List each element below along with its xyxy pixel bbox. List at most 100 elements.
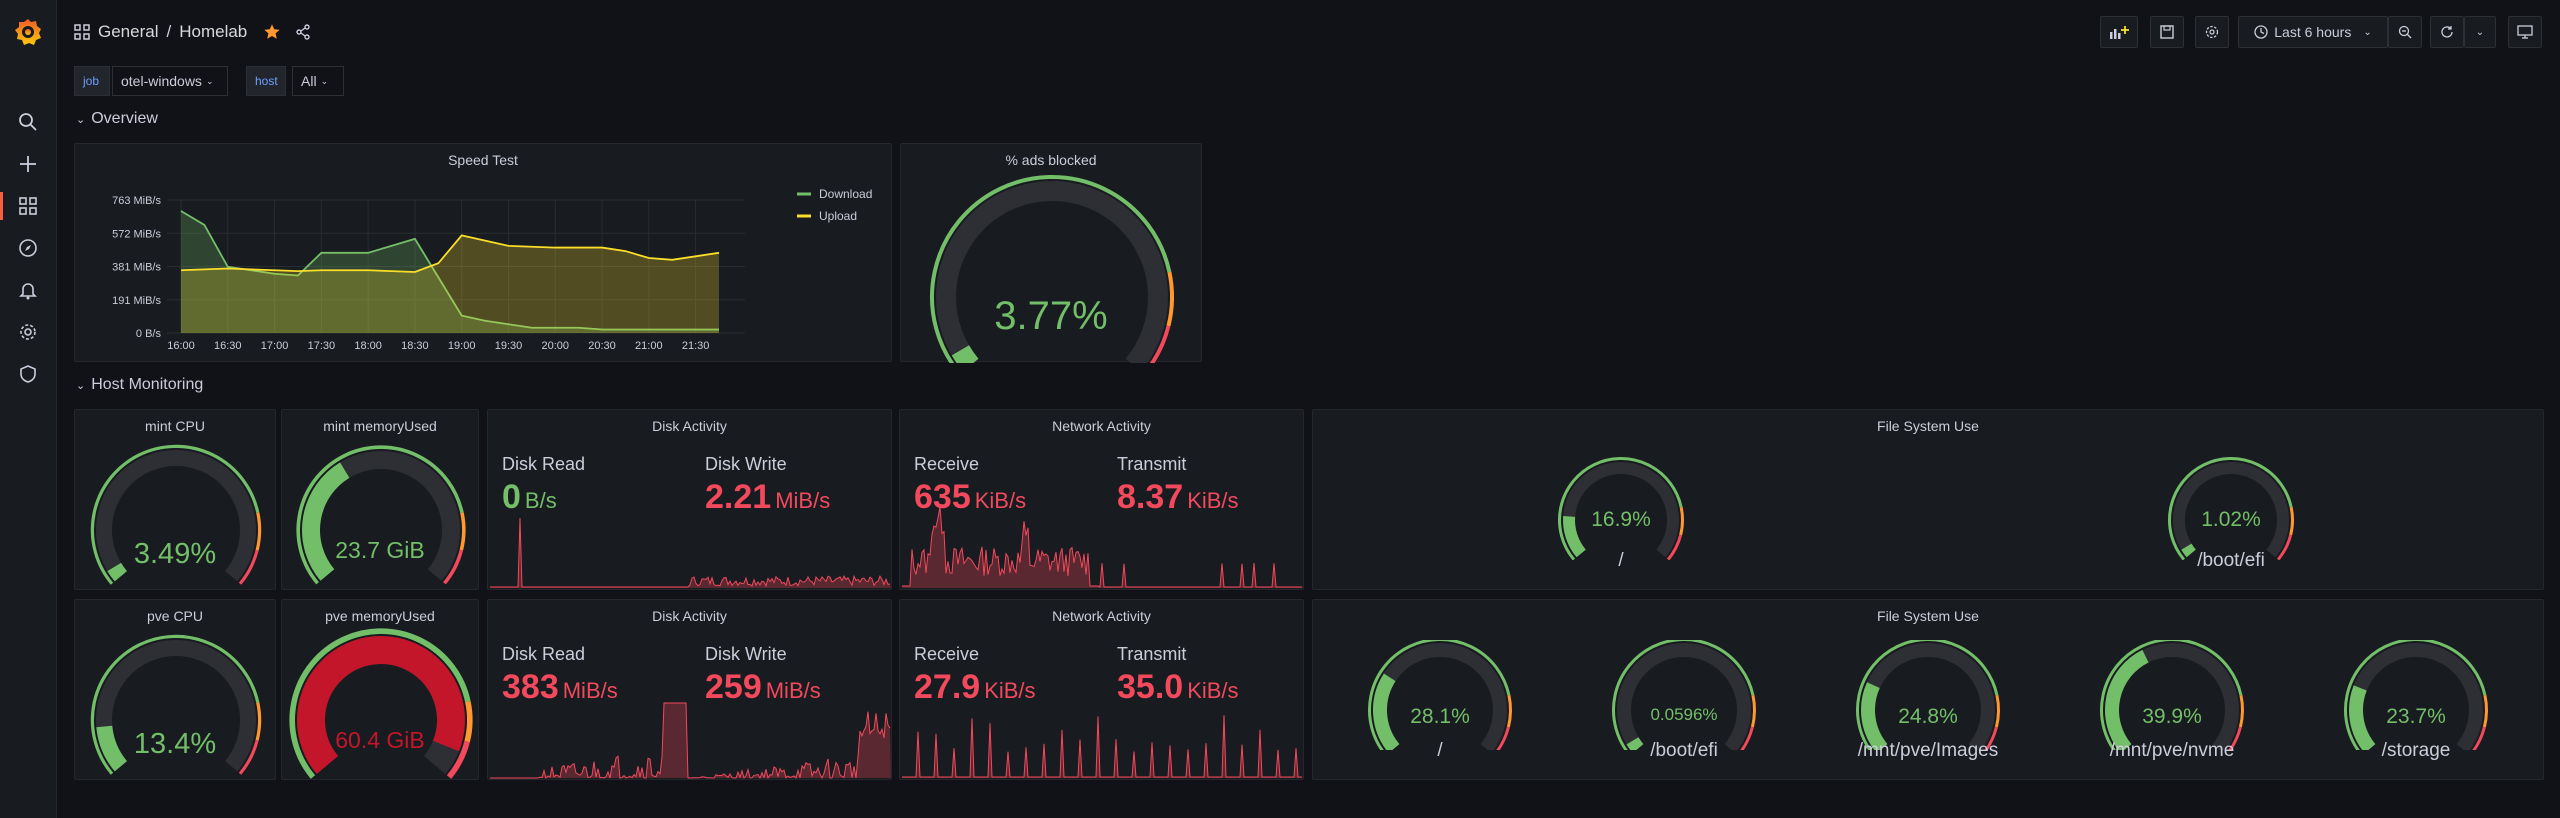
variable-host-select[interactable]: All ⌄ bbox=[292, 66, 344, 96]
variable-host-selected: All bbox=[301, 73, 317, 89]
pve-memory-value: 60.4 GiB bbox=[335, 727, 425, 753]
speed-test-chart: 763 MiB/s 572 MiB/s 381 MiB/s 191 MiB/s 0 B/… bbox=[112, 187, 872, 352]
x-tick-label: 19:30 bbox=[495, 340, 523, 352]
tv-mode-button[interactable] bbox=[2508, 16, 2542, 48]
x-tick-label: 20:30 bbox=[588, 340, 616, 352]
filesystem-mount-label: /storage bbox=[2381, 740, 2451, 761]
memory-gauge bbox=[289, 628, 473, 779]
x-tick-label: 17:30 bbox=[308, 340, 336, 352]
filesystem-gauge bbox=[2168, 457, 2294, 560]
gauge-track bbox=[1617, 643, 1751, 750]
filesystem-gauge bbox=[2100, 640, 2244, 750]
add-panel-button[interactable] bbox=[2100, 16, 2138, 48]
zoom-out-icon bbox=[2398, 25, 2412, 39]
disk-sparkline bbox=[490, 517, 891, 588]
panel-mint-disk-activity[interactable]: Disk Activity Disk Read 0 B/s Disk Write … bbox=[487, 409, 892, 590]
filesystem-gauge bbox=[2344, 640, 2488, 750]
sparkline-area bbox=[490, 703, 891, 778]
filesystem-value: 24.8% bbox=[1898, 705, 1958, 728]
gauge-track bbox=[1373, 643, 1507, 750]
panel-mint-network-activity[interactable]: Network Activity Receive 635 KiB/s Transm… bbox=[899, 409, 1304, 590]
panel-speed-test[interactable]: Speed Test 763 MiB/s 572 MiB/s 381 MiB/s 19… bbox=[74, 143, 892, 362]
ads-blocked-value: 3.77% bbox=[994, 294, 1108, 338]
row-host-monitoring[interactable]: ⌄ Host Monitoring bbox=[76, 376, 203, 394]
breadcrumb-separator: / bbox=[166, 22, 172, 41]
panel-pve-disk-activity[interactable]: Disk Activity Disk Read 383 MiB/s Disk Wr… bbox=[487, 599, 892, 780]
x-tick-label: 16:00 bbox=[167, 340, 195, 352]
y-tick-label: 191 MiB/s bbox=[112, 295, 161, 307]
panel-mint-cpu[interactable]: mint CPU 3.49% bbox=[74, 409, 276, 590]
refresh-interval-dropdown[interactable]: ⌄ bbox=[2464, 16, 2496, 48]
filesystem-mount-label: / bbox=[1618, 550, 1624, 571]
star-icon[interactable] bbox=[263, 23, 281, 41]
fs-gauge bbox=[1856, 640, 2000, 750]
variable-job-label: job bbox=[74, 66, 110, 96]
bell-icon[interactable] bbox=[14, 276, 42, 304]
panel-title: File System Use bbox=[1877, 418, 1979, 434]
save-button[interactable] bbox=[2150, 16, 2184, 48]
chevron-down-icon: ⌄ bbox=[320, 75, 329, 86]
panel-pve-filesystem[interactable]: File System Use 28.1% / 0.0596% /boot/efi 24… bbox=[1312, 599, 2544, 780]
clock-icon bbox=[2254, 25, 2268, 39]
row-overview[interactable]: ⌄ Overview bbox=[76, 110, 158, 128]
dashboard-grid-icon bbox=[74, 24, 90, 40]
panel-title: File System Use bbox=[1877, 608, 1979, 624]
y-tick-label: 381 MiB/s bbox=[112, 262, 161, 274]
chevron-down-icon: ⌄ bbox=[2363, 26, 2372, 38]
sparkline-area bbox=[490, 518, 891, 588]
filesystem-gauge bbox=[1368, 640, 1512, 750]
breadcrumb-dashboard[interactable]: Homelab bbox=[179, 22, 247, 42]
gear-icon[interactable] bbox=[14, 318, 42, 346]
filesystem-value: 0.0596% bbox=[1650, 705, 1718, 724]
share-icon[interactable] bbox=[295, 24, 311, 40]
plus-icon[interactable] bbox=[14, 150, 42, 178]
fs-gauge bbox=[1612, 640, 1756, 750]
time-range-picker[interactable]: Last 6 hours ⌄ bbox=[2238, 16, 2388, 48]
settings-button[interactable] bbox=[2195, 16, 2229, 48]
zoom-out-button[interactable] bbox=[2388, 16, 2422, 48]
filesystem-gauge bbox=[1856, 640, 2000, 750]
legend-label[interactable]: Upload bbox=[819, 209, 857, 223]
gauge-track bbox=[2349, 643, 2483, 750]
filesystem-mount-label: /boot/efi bbox=[2197, 550, 2265, 571]
x-tick-label: 16:30 bbox=[214, 340, 242, 352]
chevron-down-icon: ⌄ bbox=[2475, 26, 2485, 38]
panel-mint-filesystem[interactable]: File System Use 16.9% / 1.02% /boot/efi bbox=[1312, 409, 2544, 590]
search-icon[interactable] bbox=[14, 108, 42, 136]
breadcrumb-folder[interactable]: General bbox=[98, 22, 158, 42]
panel-pve-network-activity[interactable]: Network Activity Receive 27.9 KiB/s Trans… bbox=[899, 599, 1304, 780]
shield-icon[interactable] bbox=[14, 360, 42, 388]
panel-pve-memory[interactable]: pve memoryUsed 60.4 GiB bbox=[281, 599, 479, 780]
explore-compass-icon[interactable] bbox=[14, 234, 42, 262]
refresh-icon bbox=[2441, 26, 2453, 38]
chevron-down-icon: ⌄ bbox=[205, 75, 214, 86]
sparkline-line bbox=[490, 702, 891, 780]
y-tick-label: 572 MiB/s bbox=[112, 228, 161, 240]
panel-mint-memory[interactable]: mint memoryUsed 23.7 GiB bbox=[281, 409, 479, 590]
save-icon bbox=[2160, 25, 2174, 39]
network-sparkline bbox=[902, 715, 1303, 778]
sparkline-area bbox=[902, 715, 1303, 778]
gear-icon bbox=[2205, 25, 2219, 39]
sparkline-line bbox=[490, 517, 891, 588]
panel-pve-cpu[interactable]: pve CPU 13.4% bbox=[74, 599, 276, 780]
x-tick-label: 18:00 bbox=[354, 340, 382, 352]
x-tick-label: 21:30 bbox=[682, 340, 710, 352]
time-range-label: Last 6 hours bbox=[2274, 24, 2352, 40]
row-host-monitoring-title: Host Monitoring bbox=[91, 376, 204, 393]
filesystem-gauge bbox=[1612, 640, 1756, 750]
sidebar bbox=[0, 0, 57, 818]
x-tick-label: 17:00 bbox=[261, 340, 289, 352]
filesystem-mount-label: /boot/efi bbox=[1650, 740, 1718, 761]
filesystem-value: 23.7% bbox=[2386, 705, 2446, 728]
variable-job-select[interactable]: otel-windows ⌄ bbox=[112, 66, 228, 96]
filesystem-mount-label: /mnt/pve/Images bbox=[1857, 740, 1999, 761]
gauge-value-arc bbox=[951, 345, 979, 363]
filesystem-value: 28.1% bbox=[1410, 705, 1470, 728]
refresh-button[interactable] bbox=[2430, 16, 2464, 48]
panel-ads-blocked[interactable]: % ads blocked 3.77% bbox=[900, 143, 1202, 363]
grafana-logo-icon[interactable] bbox=[12, 16, 44, 48]
dashboards-icon[interactable] bbox=[14, 192, 42, 220]
legend-label[interactable]: Download bbox=[819, 187, 872, 201]
fs-gauge bbox=[2100, 640, 2244, 750]
